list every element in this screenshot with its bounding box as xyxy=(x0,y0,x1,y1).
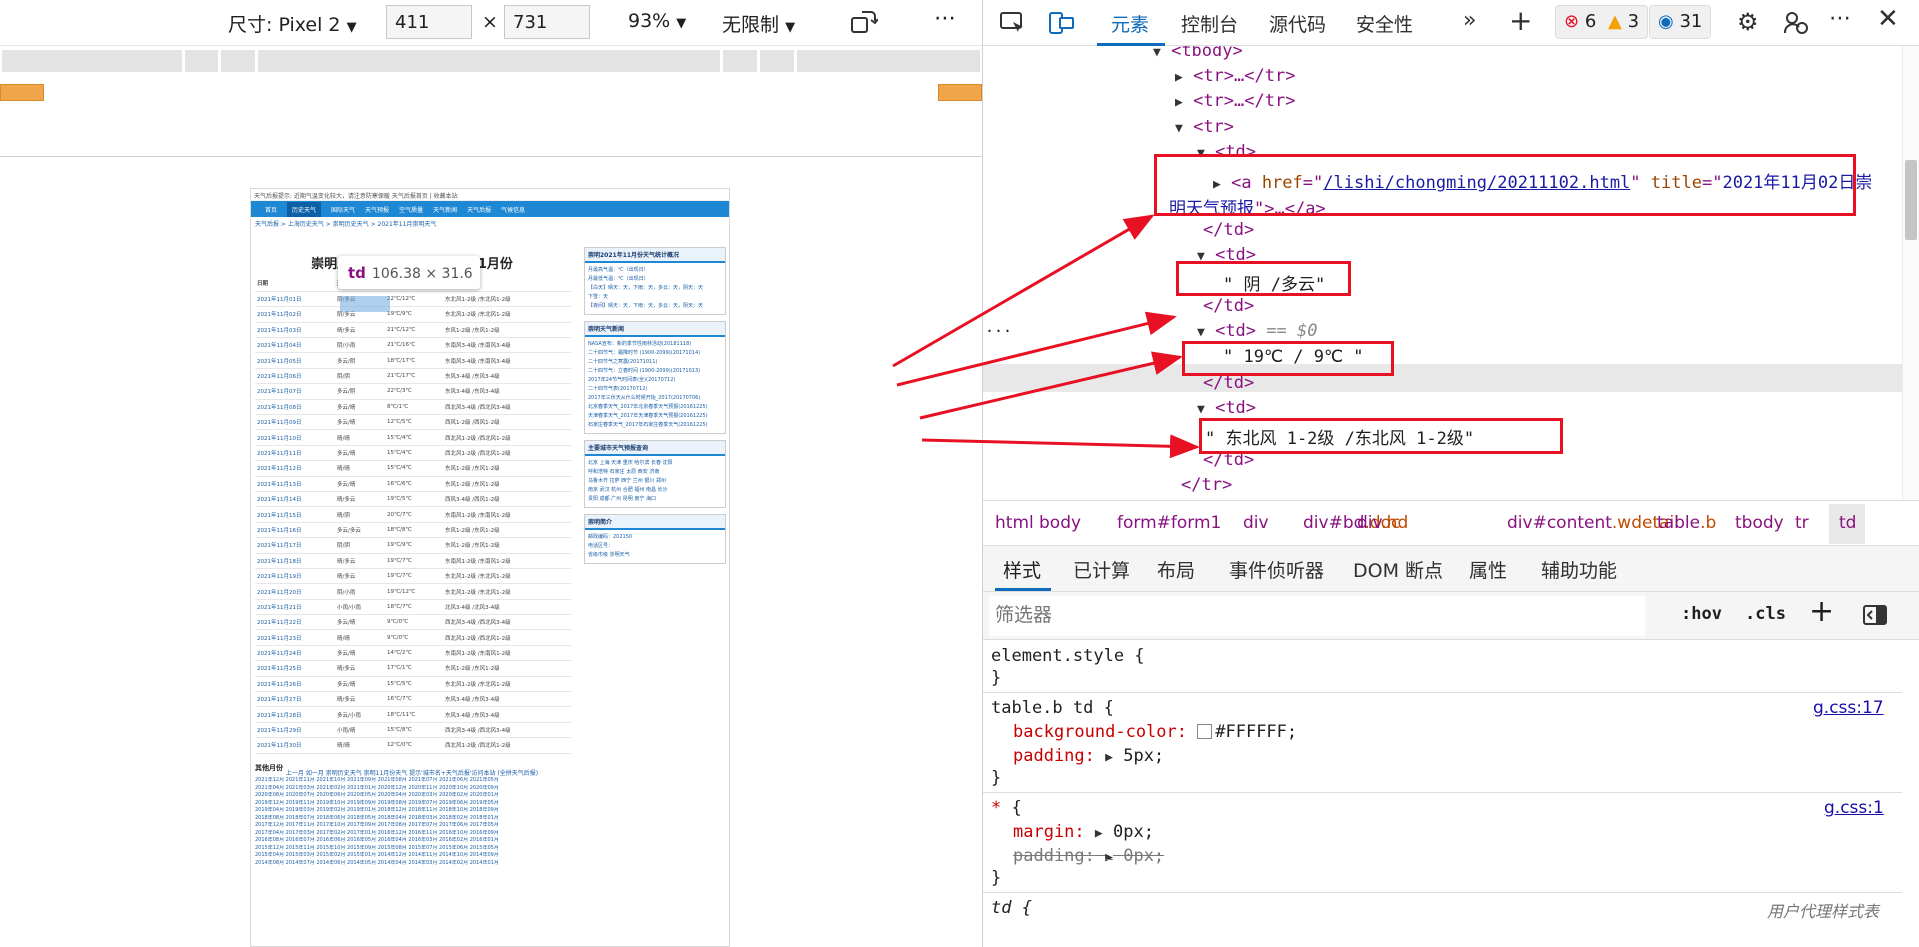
arrow-to-wind xyxy=(921,434,1200,459)
arrow-to-link xyxy=(892,214,1155,368)
annotation-arrows xyxy=(892,214,1200,459)
browser-devtools-window: 尺寸: Pixel 2 ▼ × 93% ▼ 无限制 ▼ ⋯ 天气后报提示: 近期… xyxy=(0,0,1919,947)
arrow-to-weather xyxy=(896,311,1177,387)
arrow-to-temperature xyxy=(919,351,1183,420)
